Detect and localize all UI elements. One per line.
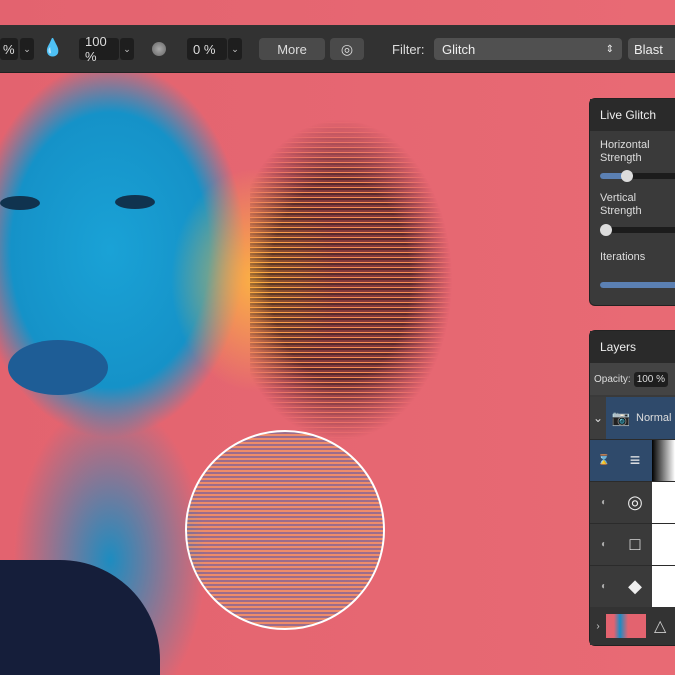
slider-knob[interactable]	[600, 224, 612, 236]
layer-mask-thumbnail	[652, 524, 675, 565]
more-button[interactable]: More	[259, 38, 325, 60]
layer-mask-thumbnail	[652, 440, 675, 481]
photo-eye	[0, 196, 40, 210]
background-layer-row[interactable]: › △	[590, 607, 675, 645]
layer-group-row[interactable]: ⌄ 📷 Normal	[590, 397, 675, 439]
opacity-field[interactable]: 100 %	[79, 34, 119, 64]
param-label: Vertical Strength	[600, 192, 642, 217]
layer-row[interactable]: ◐ □	[590, 523, 675, 565]
layer-mask-thumbnail	[652, 566, 675, 607]
layer-status-icon[interactable]: ◐	[590, 524, 618, 565]
glitch-filter-icon: ≡	[618, 440, 652, 481]
iterations-slider[interactable]	[600, 282, 675, 288]
opacity-drop-icon: 💧	[42, 38, 64, 57]
filter-label: Filter:	[392, 42, 425, 57]
filter-select[interactable]: Glitch ⇕	[434, 38, 622, 60]
horizontal-strength-slider[interactable]	[600, 170, 675, 182]
layer-row[interactable]: ⌛ ≡	[590, 439, 675, 481]
brush-cursor	[185, 430, 385, 630]
panel-title: Live Glitch	[590, 99, 675, 131]
curves-icon: □	[629, 534, 641, 554]
expand-arrow-icon[interactable]: ›	[590, 621, 606, 632]
layer-status-icon[interactable]: ◐	[590, 566, 618, 607]
mode-select[interactable]: Blast	[628, 38, 675, 60]
vertical-strength-slider[interactable]	[600, 224, 675, 236]
brush-target-icon: ◎	[340, 40, 354, 57]
layer-row[interactable]: ◐ ◎	[590, 481, 675, 523]
brush-target-button[interactable]: ◎	[330, 38, 364, 60]
layer-mask-thumbnail	[652, 482, 675, 523]
layer-status-icon[interactable]: ⌛	[590, 440, 618, 481]
blend-mode[interactable]: Normal	[636, 412, 671, 424]
hardness-dropdown[interactable]: ⌄	[228, 38, 242, 60]
opacity-dropdown[interactable]: ⌄	[120, 38, 134, 60]
width-field[interactable]: %	[0, 38, 18, 60]
lens-filter-icon: ◎	[627, 492, 643, 512]
layer-thumbnail	[606, 614, 646, 638]
photo-lips	[8, 340, 108, 395]
hardness-field[interactable]: 0 %	[187, 38, 227, 60]
live-glitch-panel: Live Glitch Horizontal Strength Vertical…	[589, 98, 675, 306]
photo-eye	[115, 195, 155, 209]
param-label: Iterations	[600, 251, 646, 263]
pixel-layer-icon: 📷	[611, 410, 631, 427]
slider-knob[interactable]	[621, 170, 633, 182]
updown-icon: ⇕	[605, 43, 614, 55]
width-dropdown[interactable]: ⌄	[20, 38, 34, 60]
param-label: Horizontal Strength	[600, 139, 650, 164]
opacity-row: Opacity: 100 %	[590, 363, 675, 395]
diamond-icon: ◆	[628, 576, 642, 596]
expand-chevron-icon[interactable]: ⌄	[590, 397, 606, 439]
hardness-icon	[152, 42, 166, 56]
panel-title: Layers	[590, 331, 675, 363]
layers-panel: Layers Opacity: 100 % ⌄ 📷 Normal ⌛ ≡ ◐ ◎ ◐…	[589, 330, 675, 646]
layer-status-icon[interactable]: ◐	[590, 482, 618, 523]
layer-row[interactable]: ◐ ◆	[590, 565, 675, 607]
context-toolbar: % ⌄ 💧 100 % ⌄ 0 % ⌄ More ◎ Filter: Glitc…	[0, 25, 675, 73]
triangle-icon: △	[654, 618, 667, 635]
layer-opacity-field[interactable]: 100 %	[633, 371, 669, 387]
